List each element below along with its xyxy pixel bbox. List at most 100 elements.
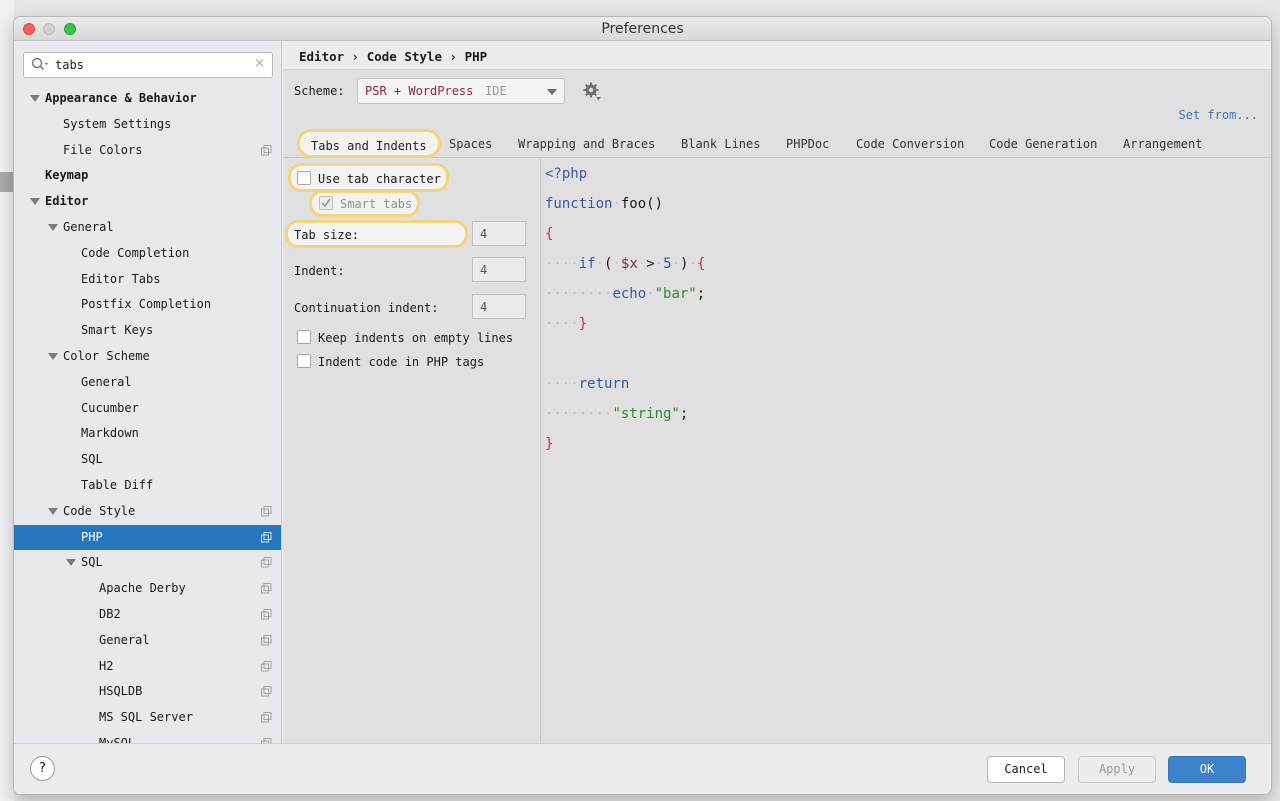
sidebar-item-label: Keymap [45,168,89,183]
checkmark-icon [321,198,331,208]
ok-button[interactable]: OK [1168,756,1246,783]
sidebar-item[interactable]: Cucumber [14,396,281,422]
settings-content: Editor › Code Style › PHP Scheme: PSR + … [283,41,1271,743]
sidebar-item-label: HSQLDB [99,684,143,699]
apply-button[interactable]: Apply [1078,756,1156,783]
keep-indents-label: Keep indents on empty lines [318,331,514,345]
sidebar-item[interactable]: PHP [14,524,281,551]
indent-field[interactable]: 4 [472,257,526,282]
search-icon [31,57,48,71]
use-tab-checkbox[interactable] [297,171,311,185]
tab-size-value: 4 [480,227,488,241]
expand-arrow-icon[interactable] [66,559,76,567]
copy-settings-icon [261,505,272,517]
indent-label: Indent: [294,264,345,278]
smart-tabs-checkbox[interactable] [319,196,333,210]
indent-php-tags-checkbox[interactable] [297,354,311,368]
sidebar-item[interactable]: Editor Tabs [14,267,281,293]
code-line: function·foo() [545,196,664,212]
sidebar-item[interactable]: Editor [14,189,281,215]
sidebar-item[interactable]: Table Diff [14,473,281,499]
settings-sidebar: tabs × Appearance & Behavior System Setti… [14,41,282,743]
smart-tabs-label: Smart tabs [340,197,413,211]
code-line: <?php [545,166,588,182]
tab-code-conversion[interactable]: Code Conversion [856,137,964,151]
window-title: Preferences [601,21,684,37]
sidebar-item-label: System Settings [63,116,172,131]
sidebar-item[interactable]: DB2 [14,602,281,628]
indent-php-tags-label: Indent code in PHP tags [318,355,485,369]
sidebar-item[interactable]: SQL [14,550,281,576]
sidebar-item-label: DB2 [99,606,121,621]
sidebar-item-label: Smart Keys [81,323,154,338]
sidebar-item-label: SQL [81,452,103,467]
copy-settings-icon [261,608,272,620]
sidebar-item[interactable]: Color Scheme [14,344,281,370]
tab-blank-lines[interactable]: Blank Lines [681,137,760,151]
tab-tabs-and-indents[interactable]: Tabs and Indents [297,129,441,158]
scheme-tag: IDE [485,84,507,98]
cancel-button[interactable]: Cancel [987,756,1065,783]
sidebar-item[interactable]: Appearance & Behavior [14,86,281,112]
sidebar-item[interactable]: Code Completion [14,241,281,267]
code-line: ········echo·"bar"; [545,286,706,302]
copy-settings-icon [261,660,272,672]
code-style-panel: Scheme: PSR + WordPress IDE Set from... [283,70,1271,743]
sidebar-item[interactable]: HSQLDB [14,679,281,705]
sidebar-item-label: Code Style [63,503,136,518]
tab-spaces[interactable]: Spaces [449,137,492,151]
expand-arrow-icon[interactable] [48,352,58,360]
desktop-strip [0,172,14,192]
indent-options: Use tab character Smart tabs Tab size: 4… [283,158,541,743]
use-tab-label: Use tab character [318,172,441,186]
chevron-down-icon [547,89,557,95]
expand-arrow-icon[interactable] [30,95,40,102]
sidebar-item-label: Editor Tabs [81,271,161,286]
sidebar-item-label: H2 [99,658,114,673]
search-query: tabs [55,58,84,72]
sidebar-item-label: General [99,632,150,647]
tab-size-field[interactable]: 4 [472,221,526,246]
expand-arrow-icon[interactable] [48,507,58,515]
indent-value: 4 [480,263,488,277]
set-from-link[interactable]: Set from... [1179,108,1258,122]
clear-search-icon[interactable]: × [254,56,265,71]
sidebar-item-label: MS SQL Server [99,710,193,725]
code-line: ········"string"; [545,406,689,422]
sidebar-item[interactable]: SQL [14,447,281,473]
expand-arrow-icon[interactable] [48,223,58,231]
tab-phpdoc[interactable]: PHPDoc [786,137,829,151]
sidebar-item[interactable]: Postfix Completion [14,292,281,318]
code-line: ····return [545,376,630,392]
sidebar-item-label: Apache Derby [99,581,186,596]
code-line: } [545,436,554,452]
sidebar-item[interactable]: Smart Keys [14,318,281,344]
sidebar-item[interactable]: Keymap [14,163,281,189]
continuation-indent-field[interactable]: 4 [472,294,526,319]
sidebar-item-label: Appearance & Behavior [45,91,197,105]
sidebar-item[interactable]: File Colors [14,138,281,164]
sidebar-item[interactable]: General [14,628,281,654]
expand-arrow-icon[interactable] [30,198,40,206]
sidebar-item-label: Cucumber [81,400,139,415]
sidebar-item[interactable]: Apache Derby [14,576,281,602]
sidebar-item[interactable]: MS SQL Server [14,705,281,731]
dialog-footer: ? Cancel Apply OK [14,743,1271,794]
sidebar-item[interactable]: H2 [14,654,281,680]
tab-wrapping-and-braces[interactable]: Wrapping and Braces [518,137,655,151]
tab-arrangement[interactable]: Arrangement [1123,137,1202,151]
sidebar-item[interactable]: System Settings [14,112,281,138]
sidebar-item[interactable]: MySQL [14,731,281,743]
sidebar-item-label: PHP [81,529,103,544]
sidebar-item[interactable]: Markdown [14,421,281,447]
keep-indents-checkbox[interactable] [297,330,311,344]
scheme-select[interactable]: PSR + WordPress IDE [357,78,565,104]
gear-icon[interactable] [582,81,602,101]
tab-code-generation[interactable]: Code Generation [989,137,1097,151]
help-button[interactable]: ? [30,756,55,781]
sidebar-item[interactable]: General [14,370,281,396]
search-input[interactable]: tabs × [23,52,273,78]
sidebar-item[interactable]: General [14,215,281,241]
sidebar-item-label: Editor [45,194,89,209]
sidebar-item[interactable]: Code Style [14,499,281,525]
